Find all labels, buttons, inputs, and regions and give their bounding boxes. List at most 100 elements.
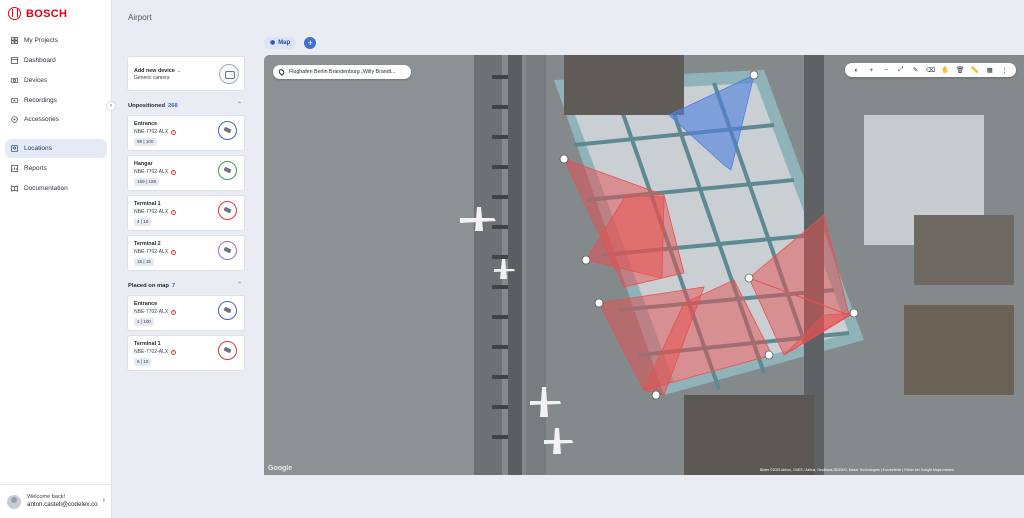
camera-marker (581, 255, 591, 265)
main-nav: My Projects Dashboard Devices Recordings… (0, 31, 112, 198)
nav-item-devices[interactable]: Devices (0, 71, 112, 91)
unpositioned-count: 268 (168, 103, 178, 109)
add-tab-button[interactable]: + (304, 37, 317, 49)
camera-icon[interactable] (218, 201, 237, 220)
user-greeting: Welcome back! (27, 493, 66, 500)
device-count-badge: 169 | 169 (134, 178, 160, 186)
device-model: NBE-7702-ALX! (134, 209, 177, 215)
satellite-map[interactable] (264, 55, 1024, 475)
device-card[interactable]: Hangar NBE-7702-ALX! 169 | 169 (127, 155, 245, 191)
device-name: Entrance (134, 121, 158, 127)
chevron-down-icon[interactable]: ⌄ (177, 68, 181, 74)
camera-icon[interactable] (218, 301, 237, 320)
device-count-badge: 4 | 10 (134, 218, 152, 226)
device-card[interactable]: Terminal 2 NBE-7702-ALX! 15 | 15 (127, 235, 245, 271)
more-icon[interactable]: ⋮ (999, 66, 1011, 74)
map-toolbar: ◐ + − ⤢ ✎ ⌫ ✋ 🗑 📏 ▦ ⋮ (845, 63, 1016, 77)
camera-marker (849, 308, 859, 318)
camera-marker (749, 70, 759, 80)
warning-icon: ! (171, 129, 177, 135)
dashboard-icon (11, 57, 18, 64)
reports-icon (11, 164, 18, 172)
chevron-up-icon[interactable]: ⌃ (237, 281, 242, 288)
avatar (7, 494, 21, 509)
bosch-logo-icon (8, 7, 21, 20)
nav-item-recordings[interactable]: Recordings (0, 90, 112, 110)
trash-icon[interactable]: 🗑 (954, 66, 966, 74)
map-attribution[interactable]: Bilder ©2025 Airbus, CNES / Airbus, GeoB… (760, 468, 954, 472)
device-model: NBE-7702-ALX! (134, 129, 177, 135)
location-pin-icon (277, 68, 286, 76)
chevron-right-icon[interactable]: › (103, 497, 105, 504)
nav-label: Reports (24, 164, 47, 172)
device-model: NBE-7702-ALX! (134, 349, 177, 355)
nav-item-dashboard[interactable]: Dashboard (0, 51, 112, 71)
layers-icon[interactable]: ◐ (850, 67, 862, 74)
book-icon (11, 184, 18, 192)
device-model: NBE-7702-ALX! (134, 249, 177, 255)
camera-icon[interactable] (218, 341, 237, 360)
nav-label: Dashboard (24, 57, 56, 65)
device-card[interactable]: Entrance NBE-7702-ALX! 99 | 100 (127, 115, 245, 151)
map-tabs: ◉ Map + (264, 37, 317, 49)
eraser-icon[interactable]: ⌫ (924, 66, 936, 74)
device-card[interactable]: Terminal 1 NBE-7702-ALX! 6 | 10 (127, 335, 245, 371)
device-count-badge: 1 | 100 (134, 318, 154, 326)
taxiway (474, 55, 502, 475)
camera-marker (764, 350, 774, 360)
nav-item-reports[interactable]: Reports (0, 158, 112, 178)
unpositioned-header: Unpositioned 268 (128, 103, 178, 109)
grid-icon (11, 37, 18, 45)
map-search-input[interactable]: Flughafen Berlin Brandenburg „Willy Bran… (273, 65, 411, 79)
brand-logo[interactable]: BOSCH (8, 7, 67, 20)
nav-item-locations[interactable]: Locations (5, 138, 107, 159)
hand-icon[interactable]: ✋ (939, 66, 951, 74)
nav-label: Documentation (24, 184, 68, 192)
recordings-icon (11, 97, 18, 104)
generic-camera-icon[interactable] (219, 64, 239, 84)
device-name: Terminal 1 (134, 201, 161, 207)
nav-label: Accessories (24, 116, 60, 124)
device-name: Hangar (134, 161, 153, 167)
warning-icon: ! (171, 249, 177, 255)
warning-icon: ! (171, 309, 177, 315)
map-canvas[interactable] (264, 55, 1024, 475)
map-search-value: Flughafen Berlin Brandenburg „Willy Bran… (289, 69, 396, 75)
device-count-badge: 6 | 10 (134, 358, 152, 366)
nav-item-my-projects[interactable]: My Projects (0, 31, 112, 51)
nav-item-documentation[interactable]: Documentation (0, 178, 112, 198)
device-name: Terminal 1 (134, 341, 161, 347)
camera-icon (11, 77, 18, 84)
device-model: NBE-7702-ALX! (134, 169, 177, 175)
add-device-card[interactable]: Add new device ⌄ Generic camera (127, 56, 245, 91)
camera-icon[interactable] (218, 241, 237, 260)
brand-name: BOSCH (26, 7, 68, 20)
pen-icon[interactable]: ✎ (910, 66, 922, 74)
device-count-badge: 99 | 100 (134, 138, 157, 146)
zoom-in-icon[interactable]: + (865, 67, 877, 74)
nav-label: Recordings (24, 96, 57, 104)
add-device-title: Add new device ⌄ (134, 68, 181, 74)
grid-icon[interactable]: ▦ (984, 66, 996, 74)
building (564, 55, 684, 115)
user-email: anton.castell@codelex.co (27, 501, 98, 509)
device-card[interactable]: Terminal 1 NBE-7702-ALX! 4 | 10 (127, 195, 245, 231)
ruler-icon[interactable]: 📏 (969, 66, 981, 74)
device-card[interactable]: Entrance NBE-7702-ALX! 1 | 100 (127, 295, 245, 331)
camera-marker (651, 390, 661, 400)
fit-icon[interactable]: ⤢ (895, 66, 907, 74)
sidebar-collapse-button[interactable]: ‹ (106, 101, 116, 111)
tab-map[interactable]: ◉ Map (264, 37, 297, 49)
nav-item-accessories[interactable]: Accessories (0, 110, 112, 130)
chevron-up-icon[interactable]: ⌃ (237, 101, 242, 108)
camera-icon[interactable] (218, 161, 237, 180)
page-title: Airport (128, 13, 152, 22)
camera-icon[interactable] (218, 121, 237, 140)
user-texts: Welcome back! anton.castell@codelex.co (27, 494, 107, 510)
zoom-out-icon[interactable]: − (880, 67, 892, 74)
map-pin-icon: ◉ (270, 40, 276, 46)
device-model: NBE-7702-ALX! (134, 309, 177, 315)
nav-label: Devices (24, 76, 48, 84)
placed-header: Placed on map 7 (128, 283, 176, 289)
user-profile[interactable]: Welcome back! anton.castell@codelex.co › (0, 484, 112, 518)
